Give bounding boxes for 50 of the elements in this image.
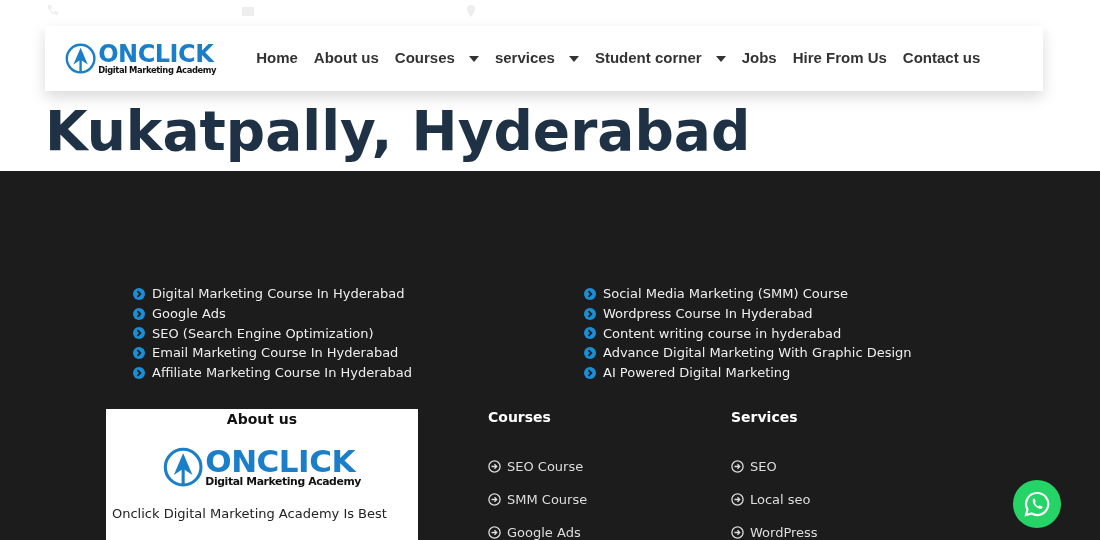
footer-link[interactable]: WordPress xyxy=(731,516,974,540)
arrow-circle-icon xyxy=(731,493,744,506)
footer-link[interactable]: SMM Course xyxy=(488,483,731,516)
chat-icon xyxy=(1023,490,1051,518)
logo: ONCLICK Digital Marketing Academy xyxy=(65,42,217,75)
arrow-circle-icon xyxy=(731,460,744,473)
section-title: About us xyxy=(225,410,299,429)
chevron-icon xyxy=(584,327,596,340)
chevron-icon xyxy=(584,367,596,380)
chevron-icon xyxy=(133,307,145,320)
arrow-circle-icon xyxy=(163,446,204,488)
arrow-circle-icon xyxy=(488,460,501,473)
about-text: Onclick Digital Marketing Academy Is Best xyxy=(112,504,388,523)
chevron-icon xyxy=(584,307,596,320)
chevron-icon xyxy=(584,347,596,360)
arrow-circle-icon xyxy=(488,526,501,539)
nav-link[interactable]: Contact us xyxy=(902,47,981,70)
nav-link[interactable]: About us xyxy=(313,47,379,70)
chevron-icon xyxy=(133,347,145,360)
course-link[interactable]: Affiliate Marketing Course In Hyderabad xyxy=(133,363,584,383)
chevron-icon xyxy=(584,287,596,300)
footer-link[interactable]: SEO xyxy=(731,450,974,483)
arrow-circle-icon xyxy=(488,493,501,506)
nav-link[interactable]: Courses xyxy=(394,47,479,70)
course-link[interactable]: SEO (Search Engine Optimization) xyxy=(133,323,584,344)
nav-link[interactable]: Student corner xyxy=(594,47,726,70)
footer-link[interactable]: Local seo xyxy=(731,483,974,516)
logo: ONCLICK Digital Marketing Academy xyxy=(163,446,361,488)
nav-link[interactable]: services xyxy=(494,47,579,70)
course-link[interactable]: Wordpress Course In Hyderabad xyxy=(584,303,1035,324)
arrow-circle-icon xyxy=(65,42,97,75)
nav-link[interactable]: Home xyxy=(256,47,298,70)
chevron-icon xyxy=(133,287,145,300)
chevron-icon xyxy=(133,367,145,380)
footer-link[interactable]: SEO Course xyxy=(488,450,731,483)
course-link[interactable]: Digital Marketing Course In Hyderabad xyxy=(133,284,584,304)
course-link[interactable]: Social Media Marketing (SMM) Course xyxy=(584,284,1035,304)
course-link[interactable]: Advance Digital Marketing With Graphic Design xyxy=(584,343,1035,364)
section-title: Courses xyxy=(488,408,552,427)
footer-link[interactable]: Google Ads xyxy=(488,516,731,540)
section-title: Services xyxy=(731,408,799,427)
nav-link[interactable]: Hire From Us xyxy=(792,47,887,70)
nav-link[interactable]: Jobs xyxy=(741,47,777,70)
course-link[interactable]: Email Marketing Course In Hyderabad xyxy=(133,343,584,364)
page-heading: Kukatpally, Hyderabad xyxy=(45,98,752,165)
course-link[interactable]: Google Ads xyxy=(133,303,584,324)
chevron-icon xyxy=(133,327,145,340)
course-link[interactable]: Content writing course in hyderabad xyxy=(584,323,1035,344)
arrow-circle-icon xyxy=(731,526,744,539)
course-link[interactable]: AI Powered Digital Marketing xyxy=(584,363,1035,383)
